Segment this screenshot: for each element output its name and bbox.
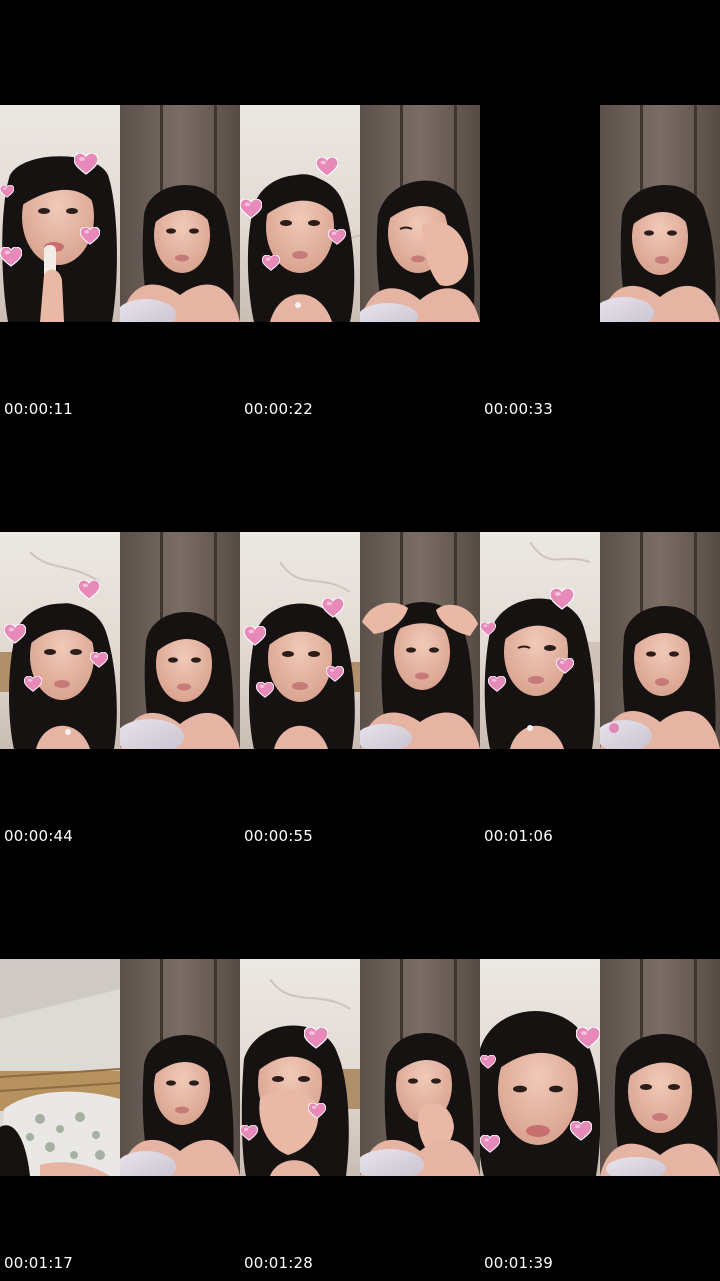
frame-timestamp: 00:01:28	[244, 1254, 313, 1272]
video-frame-thumbnail	[120, 532, 240, 749]
video-frame-thumbnail	[480, 959, 600, 1176]
frame-timestamp: 00:01:39	[484, 1254, 553, 1272]
frame-timestamp: 00:01:17	[4, 1254, 73, 1272]
frame-timestamp: 00:00:44	[4, 827, 73, 845]
video-frame-thumbnail	[120, 105, 240, 322]
video-frame-thumbnail	[240, 532, 360, 749]
video-frame-thumbnail	[0, 105, 120, 322]
video-frame-thumbnail	[0, 532, 120, 749]
video-frame-thumbnail	[120, 959, 240, 1176]
frame-timestamp: 00:01:06	[484, 827, 553, 845]
video-frame-thumbnail	[480, 532, 600, 749]
video-frame-thumbnail	[360, 532, 480, 749]
video-frame-thumbnail	[600, 105, 720, 322]
blank-frame	[480, 105, 600, 322]
frame-timestamp: 00:00:11	[4, 400, 73, 418]
video-frame-thumbnail	[600, 959, 720, 1176]
video-frame-thumbnail	[600, 532, 720, 749]
frame-timestamp: 00:00:33	[484, 400, 553, 418]
frame-timestamp: 00:00:22	[244, 400, 313, 418]
video-frame-thumbnail	[360, 105, 480, 322]
video-frame-thumbnail	[0, 959, 120, 1176]
video-frame-thumbnail	[360, 959, 480, 1176]
video-frame-thumbnail	[240, 105, 360, 322]
frame-timestamp: 00:00:55	[244, 827, 313, 845]
video-frame-thumbnail	[240, 959, 360, 1176]
